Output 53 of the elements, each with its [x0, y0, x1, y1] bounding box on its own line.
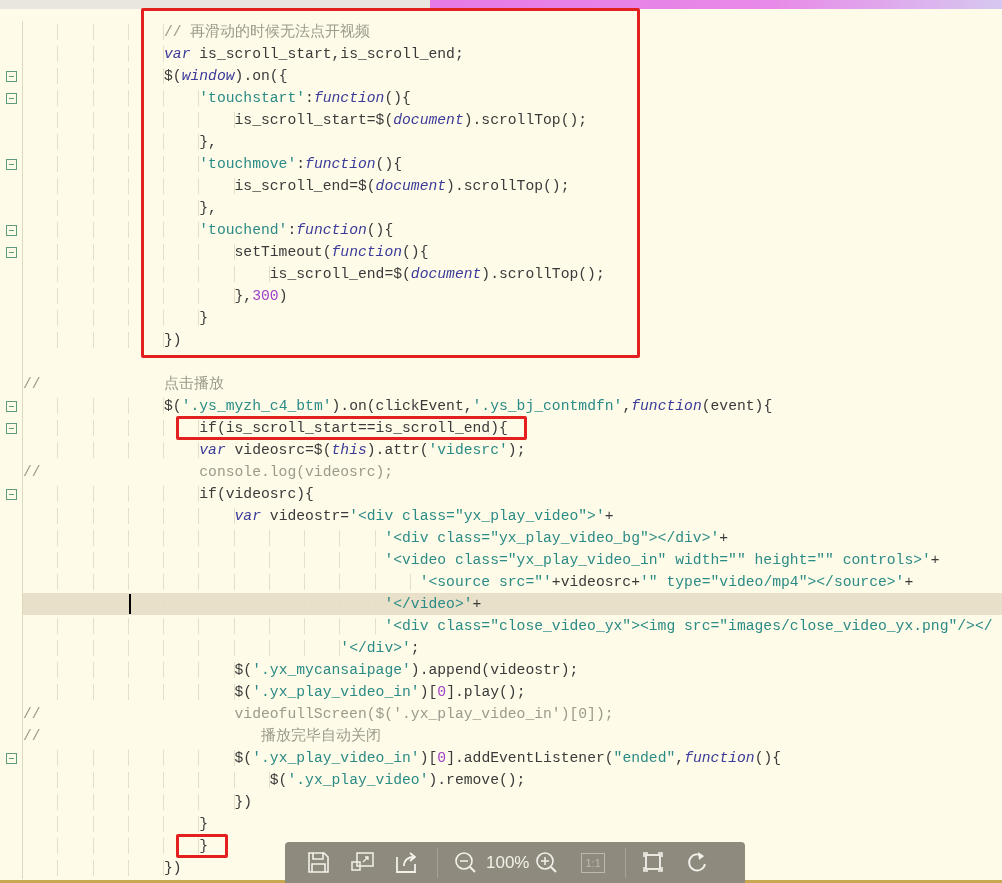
code-line: },300): [23, 285, 1002, 307]
code-line: if(is_scroll_start==is_scroll_end){: [23, 417, 1002, 439]
code-line: $('.yx_play_video_in')[0].play();: [23, 681, 1002, 703]
code-line: // 再滑动的时候无法点开视频: [23, 21, 1002, 43]
fold-icon[interactable]: [5, 246, 17, 258]
code-line: if(videosrc){: [23, 483, 1002, 505]
code-line: }: [23, 307, 1002, 329]
code-line: }): [23, 329, 1002, 351]
code-line: '<video class="yx_play_video_in" width="" height="" controls>'+: [23, 549, 1002, 571]
code-line: is_scroll_end=$(document).scrollTop();: [23, 263, 1002, 285]
zoom-out-icon[interactable]: [454, 851, 477, 874]
resize-window-icon[interactable]: [351, 851, 374, 874]
text-cursor: [129, 594, 131, 614]
code-line: '<div class="yx_play_video_bg"></div>'+: [23, 527, 1002, 549]
code-line: var videostr='<div class="yx_play_video">'+: [23, 505, 1002, 527]
fullscreen-icon[interactable]: [641, 851, 665, 874]
fold-icon[interactable]: [5, 488, 17, 500]
code-line: // 播放完毕自动关闭: [23, 726, 382, 746]
rotate-icon[interactable]: [685, 851, 709, 874]
zoom-in-icon[interactable]: [535, 851, 559, 874]
code-line: },: [23, 131, 1002, 153]
code-line: '</div>';: [23, 637, 1002, 659]
code-line: // 点击播放: [23, 374, 226, 394]
code-line: is_scroll_end=$(document).scrollTop();: [23, 175, 1002, 197]
code-line: $(window).on({: [23, 65, 1002, 87]
fold-icon[interactable]: [5, 224, 17, 236]
fold-icon[interactable]: [5, 92, 17, 104]
code-line: is_scroll_start=$(document).scrollTop();: [23, 109, 1002, 131]
fold-icon[interactable]: [5, 158, 17, 170]
fold-icon[interactable]: [5, 422, 17, 434]
code-line: var is_scroll_start,is_scroll_end;: [23, 43, 1002, 65]
code-line: setTimeout(function(){: [23, 241, 1002, 263]
code-line: var videosrc=$(this).attr('videsrc');: [23, 439, 1002, 461]
code-line: $('.ys_myzh_c4_btm').on(clickEvent,'.ys_bj_contmdfn',function(event){: [23, 395, 1002, 417]
share-icon[interactable]: [395, 851, 418, 874]
save-icon[interactable]: [307, 851, 330, 874]
fold-icon[interactable]: [5, 400, 17, 412]
code-line: 'touchmove':function(){: [23, 153, 1002, 175]
code-line: $('.yx_mycansaipage').append(videostr);: [23, 659, 1002, 681]
code-line: // videofullScreen($('.yx_play_video_in')[0]);: [23, 705, 615, 724]
zoom-level: 100%: [486, 852, 530, 873]
code-line: }): [23, 791, 1002, 813]
code-line: $('.yx_play_video_in')[0].addEventListener("ended",function(){: [23, 747, 1002, 769]
code-line: '<source src="'+videosrc+'" type="video/mp4"></source>'+: [23, 571, 1002, 593]
code-line: '<div class="close_video_yx"><img src="images/close_video_yx.png"/></: [23, 615, 1002, 637]
code-line: },: [23, 197, 1002, 219]
code-line: $('.yx_play_video').remove();: [23, 769, 1002, 791]
code-line: // console.log(videosrc);: [23, 463, 395, 482]
code-line: 'touchend':function(){: [23, 219, 1002, 241]
code-line: }: [23, 813, 1002, 835]
fold-icon[interactable]: [5, 752, 17, 764]
code-line: 'touchstart':function(){: [23, 87, 1002, 109]
fold-icon[interactable]: [5, 70, 17, 82]
